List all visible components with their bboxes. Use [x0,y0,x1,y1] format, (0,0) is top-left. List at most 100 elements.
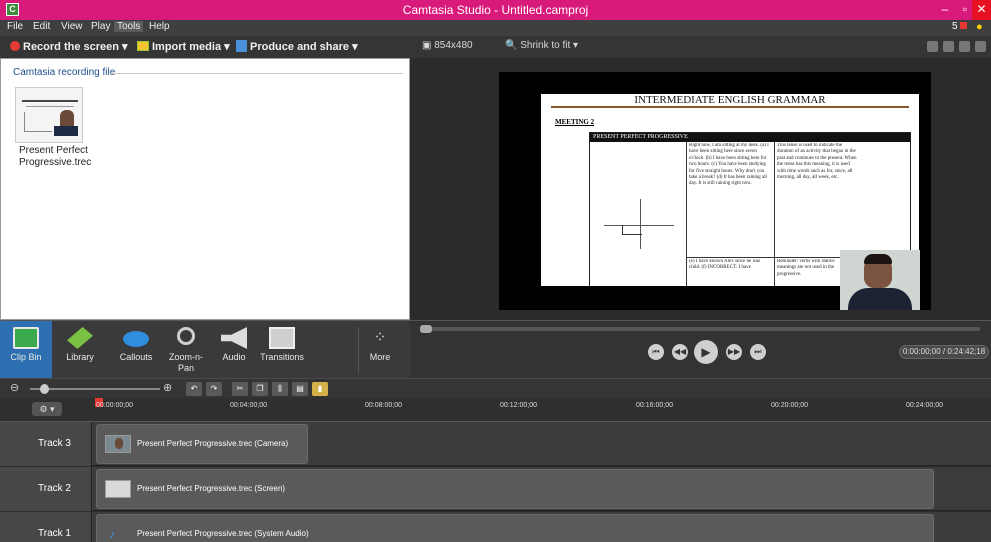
transitions-icon [269,327,295,349]
fullscreen-icon[interactable] [959,41,970,52]
zoom-out-icon[interactable]: ⊖ [10,381,19,394]
title-bar: C Camtasia Studio - Untitled.camproj – ▫… [0,0,991,20]
preview-panel: ▣ 854x480 🔍 Shrink to fit ▾ INTERMEDIATE… [410,36,991,320]
notification-badge[interactable]: 5 [952,21,967,32]
doc-explanation: This tense is used to indicate the durat… [777,143,857,181]
detach-icon[interactable] [927,41,938,52]
import-media-icon [137,41,149,51]
callouts-icon [123,331,149,347]
track-label[interactable]: Track 3 [0,422,92,466]
import-media-button[interactable]: Import media ▾ [137,40,230,53]
section-divider [111,73,403,74]
record-screen-button[interactable]: Record the screen ▾ [10,40,128,53]
track-row: Track 3 Present Perfect Progressive.trec… [0,422,991,466]
scrub-bar[interactable] [420,327,980,331]
time-display: 0:00:00;00 / 0:24:42;18 [899,345,989,359]
record-icon [10,41,20,51]
doc-meeting: MEETING 2 [555,118,595,126]
doc-reminder: Reminder: verbs with stative meanings ar… [777,259,835,277]
menu-play[interactable]: Play [88,21,113,32]
clip-name[interactable]: Present Perfect Progressive.trec [19,145,109,169]
zoom-in-icon[interactable]: ⊕ [163,381,172,394]
tab-library[interactable]: Library [54,321,106,379]
tab-clip-bin[interactable]: Clip Bin [0,321,52,379]
library-icon [67,327,93,349]
doc-examples: Right now, I am sitting at my desk. (a) … [689,143,769,187]
tab-audio[interactable]: Audio [214,321,254,379]
tab-zoom-n-pan[interactable]: Zoom-n-Pan [162,321,210,379]
cut-icon[interactable]: ✂ [232,382,248,396]
clip-bin-panel: Camtasia recording file Present Perfect … [0,58,410,320]
doc-examples-2: (e) I have known Alex since he was child… [689,259,761,271]
timeline-clip-screen[interactable]: Present Perfect Progressive.trec (Screen… [96,469,934,509]
track-label[interactable]: Track 1 [0,512,92,542]
resolution-selector[interactable]: ▣ 854x480 [422,40,473,51]
redo-icon[interactable]: ↷ [206,382,222,396]
main-toolbar: Record the screen ▾ Import media ▾ Produ… [0,36,410,58]
zoom-dropdown[interactable]: 🔍 Shrink to fit ▾ [505,40,578,51]
video-canvas[interactable]: INTERMEDIATE ENGLISH GRAMMAR MEETING 2 P… [499,72,931,310]
minimize-icon[interactable]: – [934,0,956,20]
task-tabs: Clip Bin Library Callouts Zoom-n-Pan Aud… [0,320,410,379]
lightbulb-icon[interactable]: ● [976,21,983,33]
help-icon[interactable] [975,41,986,52]
camera-thumbnail [105,435,131,453]
ruler-tick: 00:00:00;00 [96,402,133,409]
scrub-handle[interactable] [420,325,432,333]
record-preview-icon[interactable] [943,41,954,52]
go-to-start-icon[interactable]: ⏮ [648,344,664,360]
close-icon[interactable]: ✕ [972,0,991,20]
ruler-tick: 00:24:00;00 [906,402,943,409]
tab-callouts[interactable]: Callouts [110,321,162,379]
track-row: Track 1 ♪ Present Perfect Progressive.tr… [0,512,991,542]
tab-transitions[interactable]: Transitions [256,321,308,379]
ruler-tick: 00:04:00;00 [230,402,267,409]
paste-icon[interactable]: ▤ [292,382,308,396]
timeline-clip-audio[interactable]: ♪ Present Perfect Progressive.trec (Syst… [96,514,934,542]
clip-bin-section-title: Camtasia recording file [13,67,120,78]
go-to-end-icon[interactable]: ⏭ [750,344,766,360]
ruler-tick: 00:16:00;00 [636,402,673,409]
copy-icon[interactable]: ❐ [252,382,268,396]
timeline-clip-camera[interactable]: Present Perfect Progressive.trec (Camera… [96,424,308,464]
menu-view[interactable]: View [58,21,86,32]
menu-file[interactable]: File [4,21,26,32]
menu-edit[interactable]: Edit [30,21,53,32]
menu-bar: File Edit View Play Tools Help 5 ● [0,20,991,36]
track-settings-icon[interactable]: ⚙ ▾ [32,402,62,416]
track-label[interactable]: Track 2 [0,467,92,511]
ruler-tick: 00:20:00;00 [771,402,808,409]
split-icon[interactable]: ⫼ [272,382,288,396]
step-back-icon[interactable]: ◀◀ [672,344,688,360]
audio-icon [221,327,247,349]
zoom-slider-handle[interactable] [40,384,49,394]
webcam-overlay[interactable] [840,250,920,310]
zoom-n-pan-icon [177,327,195,345]
step-forward-icon[interactable]: ▶▶ [726,344,742,360]
produce-icon [236,40,247,52]
audio-clip-icon: ♪ [109,527,115,541]
undo-icon[interactable]: ↶ [186,382,202,396]
timeline-diagram [622,225,642,235]
marker-icon[interactable]: ▮ [312,382,328,396]
preview-toolbar: ▣ 854x480 🔍 Shrink to fit ▾ [410,36,991,58]
track-row: Track 2 Present Perfect Progressive.trec… [0,467,991,511]
play-icon[interactable]: ▶ [694,340,718,364]
doc-table-header: PRESENT PERFECT PROGRESSIVE [590,133,910,142]
produce-share-button[interactable]: Produce and share ▾ [236,40,358,53]
doc-title: INTERMEDIATE ENGLISH GRAMMAR [634,94,826,106]
clip-thumbnail[interactable] [15,87,83,143]
tab-more[interactable]: ⁘ More [362,321,398,379]
ruler-tick: 00:12:00;00 [500,402,537,409]
screen-thumbnail [105,480,131,498]
timeline-zoom-slider[interactable] [30,388,160,390]
more-icon: ⁘ [373,329,387,346]
timeline-toolbar: ⊖ ⊕ ↶ ↷ ✂ ❐ ⫼ ▤ ▮ [0,378,991,398]
camtasia-window: C Camtasia Studio - Untitled.camproj – ▫… [0,0,991,542]
playback-bar: ⏮ ◀◀ ▶ ▶▶ ⏭ 0:00:00;00 / 0:24:42;18 [410,320,991,378]
menu-tools[interactable]: Tools [114,21,144,32]
window-title: Camtasia Studio - Untitled.camproj [402,3,589,17]
menu-help[interactable]: Help [146,21,173,32]
clip-bin-icon [13,327,39,349]
timeline-ruler[interactable]: ⚙ ▾ 00:00:00;00 00:04:00;00 00:08:00;00 … [0,398,991,422]
